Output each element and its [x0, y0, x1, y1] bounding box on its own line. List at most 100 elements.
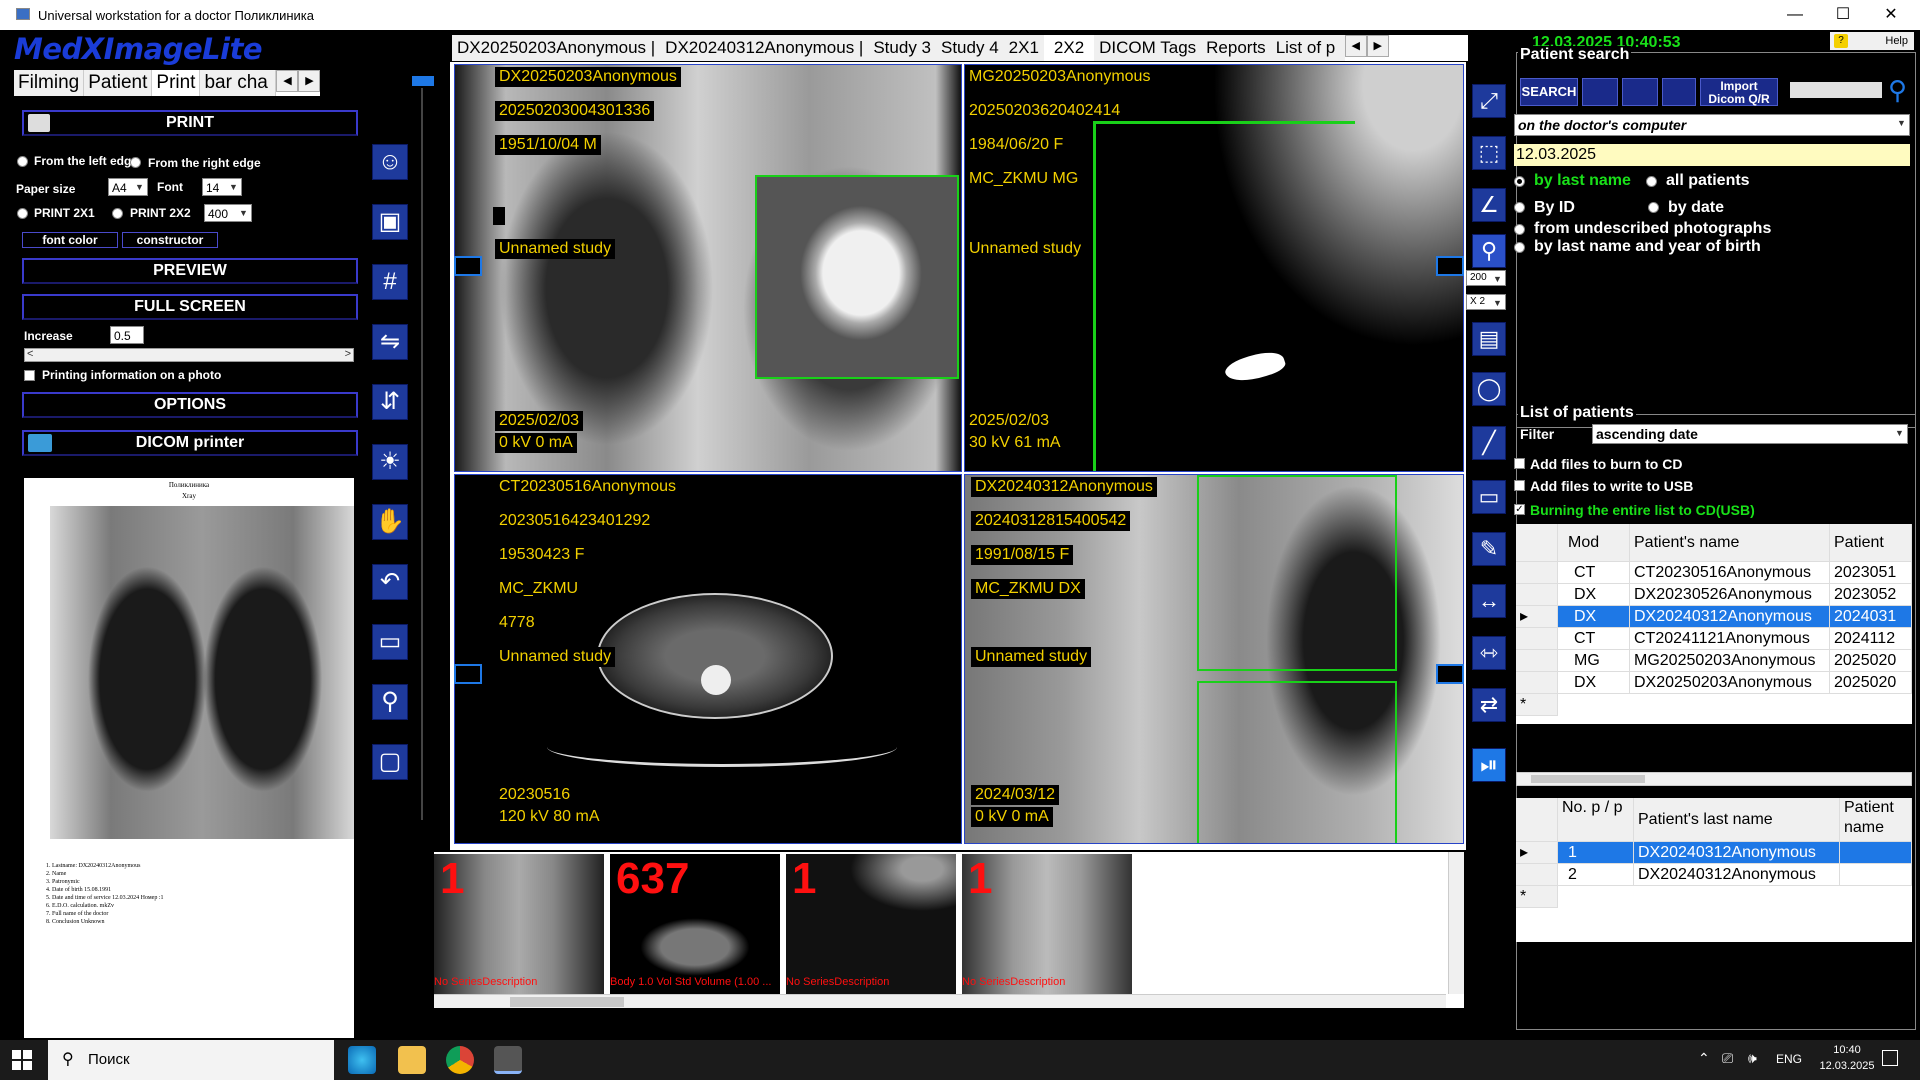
full-screen-button[interactable]: FULL SCREEN: [22, 294, 358, 320]
patient-body-icon[interactable]: ☺: [372, 144, 408, 180]
font-color-button[interactable]: font color: [22, 232, 118, 248]
resolution-select[interactable]: 400 ▼: [204, 204, 252, 222]
tab-filming[interactable]: Filming: [14, 70, 85, 96]
zoom-select[interactable]: 200 ▼: [1466, 270, 1506, 286]
network-icon[interactable]: ⎚: [1722, 1050, 1733, 1067]
table-row[interactable]: CT CT20230516Anonymous 2023051: [1516, 562, 1912, 584]
print-button[interactable]: PRINT: [22, 110, 358, 136]
tab-layout-2x1[interactable]: 2X1: [1003, 35, 1044, 61]
thumbnail-1[interactable]: 1 No SeriesDescription: [434, 854, 604, 1004]
paper-size-select[interactable]: A4 ▼: [108, 178, 148, 196]
hand-pan-icon[interactable]: ✋: [372, 504, 408, 540]
thumbnail-hscrollbar[interactable]: [434, 994, 1446, 1008]
search-button[interactable]: SEARCH: [1520, 78, 1578, 106]
chrome-icon[interactable]: [446, 1046, 474, 1074]
help-button[interactable]: ? Help: [1830, 32, 1914, 50]
vertical-slider-handle[interactable]: [412, 76, 434, 86]
col-patient-first-name[interactable]: Patient name: [1840, 798, 1912, 842]
undo-icon[interactable]: ↶: [372, 564, 408, 600]
open-folder-icon[interactable]: [1582, 78, 1618, 106]
windows-start-icon[interactable]: [12, 1050, 32, 1070]
print-2x1-radio[interactable]: [17, 208, 28, 219]
close-button[interactable]: ✕: [1868, 0, 1914, 30]
font-size-select[interactable]: 14 ▼: [202, 178, 242, 196]
fit-screen-icon[interactable]: ⤢: [1472, 84, 1506, 118]
medximage-app-icon[interactable]: [494, 1046, 522, 1074]
grid-icon[interactable]: #: [372, 264, 408, 300]
options-button[interactable]: OPTIONS: [22, 392, 358, 418]
dicom-printer-button[interactable]: DICOM printer: [22, 430, 358, 456]
flip-horizontal-icon[interactable]: ⇋: [372, 324, 408, 360]
ellipse-roi-icon[interactable]: ◯: [1472, 372, 1506, 406]
from-left-edge-radio[interactable]: [17, 156, 28, 167]
window-icon[interactable]: ▢: [372, 744, 408, 780]
scroll-thumb[interactable]: [510, 997, 624, 1007]
taskbar-clock[interactable]: 10:40 12.03.2025: [1812, 1044, 1882, 1072]
taskbar-search[interactable]: ⚲ Поиск: [48, 1040, 334, 1080]
table-row[interactable]: DX DX20230526Anonymous 2023052: [1516, 584, 1912, 606]
table-row-new[interactable]: *: [1516, 886, 1912, 908]
thumbnail-3[interactable]: 1 No SeriesDescription: [786, 854, 956, 1004]
tab-patient[interactable]: Patient: [84, 70, 153, 96]
angle-icon[interactable]: ∠: [1472, 188, 1506, 222]
by-date-radio[interactable]: [1648, 202, 1659, 213]
study-tab-right-button[interactable]: ▶: [1366, 35, 1389, 57]
tab-list-of-patients[interactable]: List of p: [1270, 35, 1345, 61]
magnifier-icon[interactable]: ⚲: [372, 684, 408, 720]
by-last-name-radio[interactable]: [1514, 176, 1525, 187]
play-pause-icon[interactable]: ⏯: [1472, 748, 1506, 782]
increase-input[interactable]: 0.5: [110, 326, 144, 344]
file-explorer-icon[interactable]: [398, 1046, 426, 1074]
zoom-icon[interactable]: ⚲: [1472, 234, 1506, 268]
swap-icon[interactable]: ⇄: [1472, 688, 1506, 722]
increase-scrollbar[interactable]: < >: [24, 348, 354, 362]
monitor-icon[interactable]: [454, 664, 482, 684]
flip-vertical-icon[interactable]: ⇵: [372, 384, 408, 420]
tab-study-2[interactable]: DX20240312Anonymous |: [660, 35, 869, 61]
tab-print[interactable]: Print: [152, 70, 201, 96]
by-last-name-year-radio[interactable]: [1514, 242, 1525, 253]
table-row-selected[interactable]: ▸ DX DX20240312Anonymous 2024031: [1516, 606, 1912, 628]
search-icon[interactable]: ⚲: [1888, 76, 1916, 104]
scale-select[interactable]: X 2 ▼: [1466, 294, 1506, 310]
preview-button[interactable]: PREVIEW: [22, 258, 358, 284]
table-row-selected[interactable]: ▸ 1 DX20240312Anonymous: [1516, 842, 1912, 864]
viewport-4[interactable]: DX20240312Anonymous 20240312815400542 19…: [964, 474, 1464, 844]
tab-study-1[interactable]: DX20250203Anonymous |: [452, 35, 661, 61]
tab-reports[interactable]: Reports: [1201, 35, 1271, 61]
pencil-icon[interactable]: ✎: [1472, 532, 1506, 566]
tray-chevron-icon[interactable]: ⌃: [1698, 1050, 1710, 1067]
save-icon[interactable]: [1662, 78, 1696, 106]
monitor-icon[interactable]: [1436, 256, 1464, 276]
crop-icon[interactable]: ⬚: [1472, 136, 1506, 170]
thumbnail-vscrollbar[interactable]: [1448, 852, 1464, 994]
col-number[interactable]: No. p / p: [1558, 798, 1634, 842]
language-indicator[interactable]: ENG: [1776, 1052, 1802, 1066]
col-patient-name[interactable]: Patient's name: [1630, 524, 1830, 562]
by-id-radio[interactable]: [1514, 202, 1525, 213]
tab-scroll-right-button[interactable]: ▶: [298, 70, 321, 92]
viewport-2[interactable]: MG20250203Anonymous 20250203620402414 19…: [964, 64, 1464, 472]
print-2x2-radio[interactable]: [112, 208, 123, 219]
all-patients-radio[interactable]: [1646, 176, 1657, 187]
from-right-edge-radio[interactable]: [130, 157, 141, 168]
tab-study-3[interactable]: Study 3: [868, 35, 936, 61]
source-select[interactable]: on the doctor's computer ▼: [1514, 114, 1910, 136]
vertical-slider-track[interactable]: [421, 88, 423, 820]
rectangle-roi-icon[interactable]: ▭: [1472, 480, 1506, 514]
table-row[interactable]: DX DX20250203Anonymous 2025020: [1516, 672, 1912, 694]
vp4-roi-box-top[interactable]: [1197, 475, 1397, 671]
viewport-1[interactable]: DX20250203Anonymous 20250203004301336 19…: [454, 64, 962, 472]
notification-icon[interactable]: [1882, 1050, 1898, 1066]
table-row[interactable]: 2 DX20240312Anonymous: [1516, 864, 1912, 886]
monitor-icon[interactable]: [454, 256, 482, 276]
monitor-icon[interactable]: [1436, 664, 1464, 684]
pacemaker-roi-box[interactable]: [755, 175, 959, 379]
tab-layout-2x2[interactable]: 2X2: [1043, 35, 1095, 61]
constructor-button[interactable]: constructor: [122, 232, 218, 248]
study-tab-left-button[interactable]: ◀: [1344, 35, 1367, 57]
burn-all-checkbox[interactable]: ✓: [1514, 504, 1525, 515]
col-mod[interactable]: Mod: [1558, 524, 1630, 562]
table-row-new[interactable]: *: [1516, 694, 1912, 716]
col-patient[interactable]: Patient: [1830, 524, 1912, 562]
